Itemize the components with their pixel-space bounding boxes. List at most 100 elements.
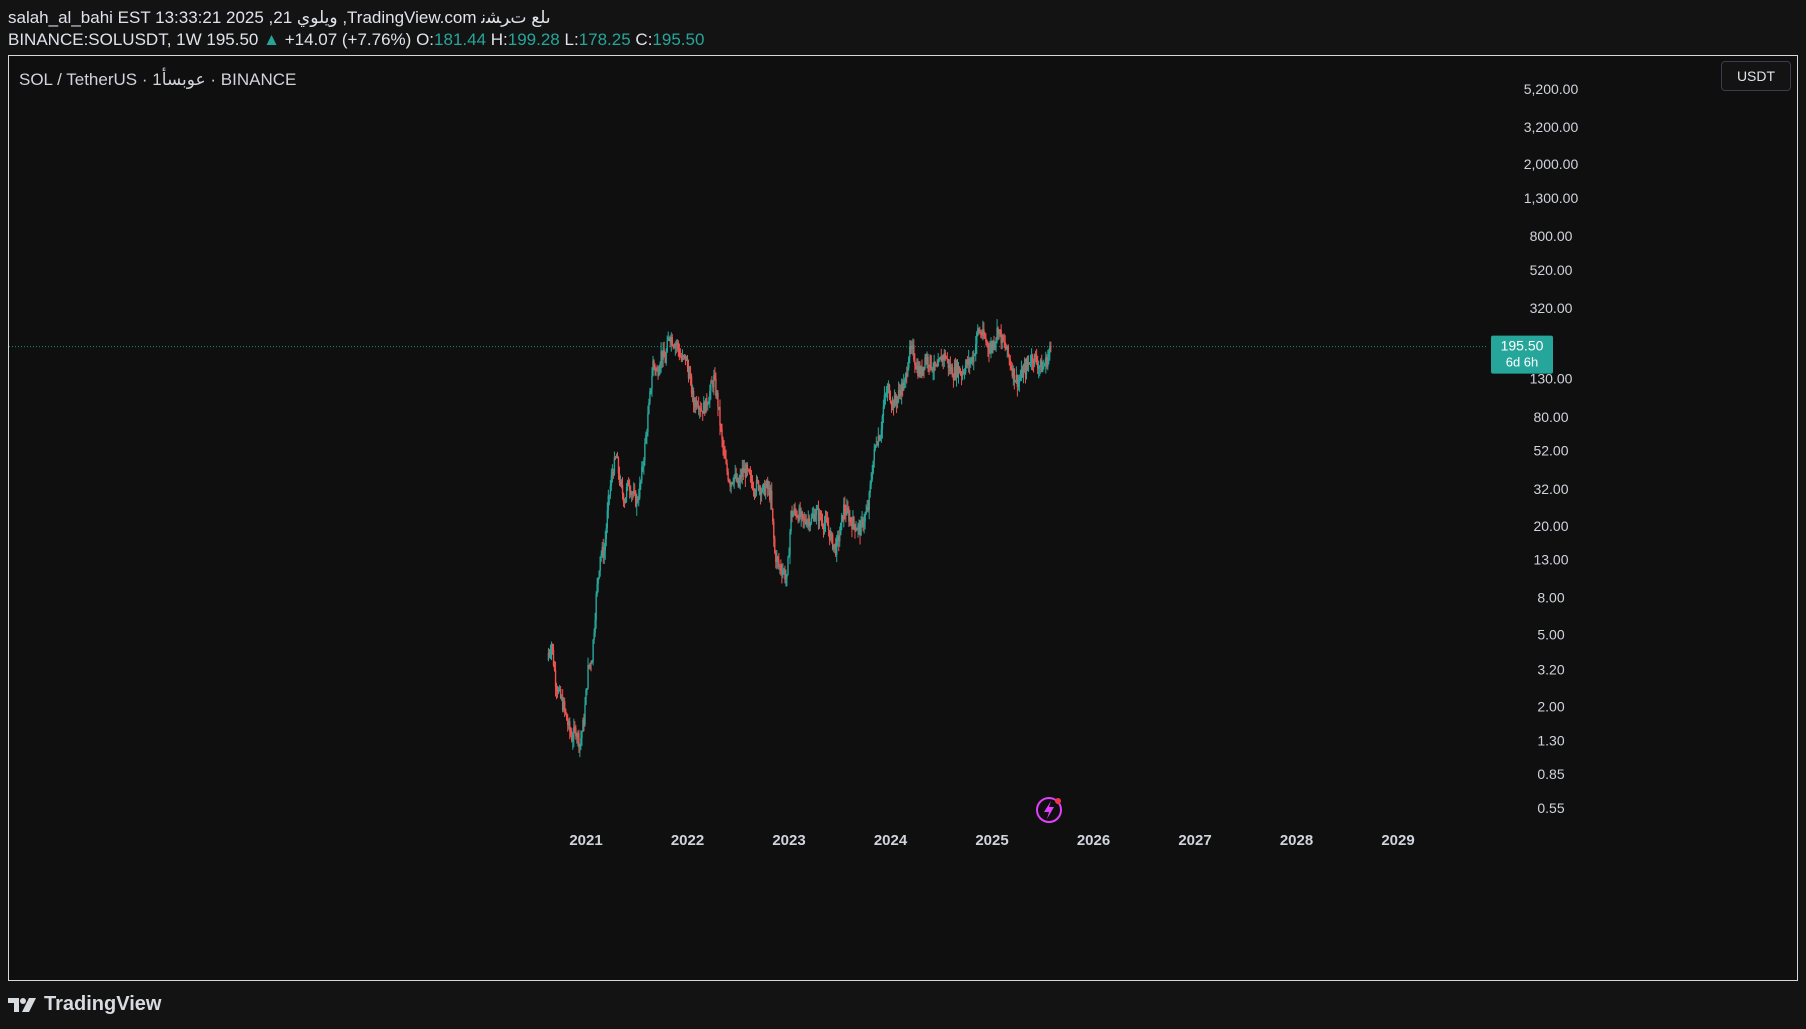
candle-body — [1034, 353, 1037, 356]
candle-body — [872, 460, 874, 473]
candle-body — [1004, 342, 1006, 348]
candle-body — [755, 479, 758, 492]
candle-body — [983, 329, 985, 337]
candle-body — [555, 686, 558, 690]
candle-body — [566, 713, 568, 721]
candle-body — [663, 349, 665, 358]
candle-body — [609, 485, 612, 496]
candle-body — [639, 482, 641, 497]
candle-body — [569, 721, 571, 731]
watermark-line: salah_al_bahi EST 13:33:21 2025 ,21 ويلو… — [8, 8, 551, 27]
candle-body — [733, 475, 735, 483]
x-tick-label: 2023 — [772, 832, 805, 849]
candle-body — [927, 356, 929, 366]
candle-body — [883, 394, 886, 407]
candle-body — [690, 376, 693, 394]
notification-dot — [1055, 798, 1061, 804]
candle-body — [995, 338, 997, 343]
candle-body — [904, 380, 906, 383]
candle-body — [886, 388, 889, 395]
candle-body — [594, 619, 596, 633]
candlestick-chart[interactable]: 5,200.00 3,200.00 2,000.00 1,300.00 800.00 52… — [9, 56, 1797, 980]
candle-body — [717, 393, 719, 407]
candle-body — [627, 480, 630, 486]
candle-body — [591, 661, 593, 664]
candle-body — [617, 458, 620, 474]
open-label: O: — [416, 30, 435, 49]
candle-body — [879, 437, 882, 441]
candle-body — [931, 368, 933, 371]
candle-body — [865, 511, 867, 514]
candle-body — [722, 439, 724, 448]
candle-body — [814, 514, 817, 521]
candle-body — [719, 406, 721, 426]
candle-body — [804, 518, 806, 523]
candle-body — [725, 458, 727, 464]
candle-body — [987, 342, 989, 349]
x-tick-label: 2027 — [1178, 832, 1211, 849]
candle-body — [774, 538, 776, 553]
candle-body — [1003, 341, 1005, 343]
candle-body — [896, 396, 899, 404]
chart-frame[interactable]: 5,200.00 3,200.00 2,000.00 1,300.00 800.00 52… — [8, 55, 1798, 981]
candle-body — [597, 577, 599, 584]
candle-body — [864, 513, 866, 522]
candle-body — [868, 492, 870, 510]
price-label-value: 195.50 — [1501, 338, 1544, 354]
high-value: 199.28 — [507, 30, 560, 49]
candle-body — [726, 463, 728, 472]
candle-body — [809, 523, 812, 527]
currency-unit-button[interactable]: USDT — [1721, 61, 1791, 91]
candle-body — [1010, 365, 1012, 369]
candle-body — [850, 517, 852, 523]
y-tick-label: 32.00 — [1533, 481, 1568, 497]
low-label: L: — [564, 30, 579, 49]
candle-body — [549, 652, 552, 654]
candle-body — [825, 517, 828, 521]
candle-body — [714, 375, 716, 379]
candle-body — [771, 490, 773, 509]
candle-body — [648, 402, 650, 414]
candle-body — [827, 525, 830, 531]
candle-body — [570, 730, 572, 735]
candle-body — [1039, 365, 1041, 368]
high-label: H: — [490, 30, 508, 49]
candle-body — [579, 744, 581, 748]
candle-body — [795, 510, 797, 517]
candle-body — [565, 709, 567, 714]
candle-body — [646, 432, 648, 436]
candle-body — [1008, 355, 1010, 360]
candle-body — [839, 535, 841, 542]
candle-body — [580, 738, 582, 745]
low-value: 178.25 — [578, 30, 631, 49]
up-arrow-icon: ▲ — [263, 30, 280, 49]
candle-body — [659, 364, 661, 371]
candle-body — [911, 345, 913, 349]
close-value: 195.50 — [652, 30, 705, 49]
candle-body — [994, 342, 996, 348]
candle-body — [751, 481, 754, 489]
candle-body — [620, 480, 623, 486]
candle-body — [708, 401, 710, 405]
candle-body — [750, 474, 753, 482]
brand-name: TradingView — [44, 993, 162, 1015]
x-tick-label: 2026 — [1077, 832, 1110, 849]
candle-body — [563, 701, 566, 710]
candle-body — [874, 445, 876, 449]
candle-body — [658, 370, 660, 376]
candle-body — [584, 704, 586, 725]
candle-body — [723, 447, 725, 452]
candle-body — [1019, 377, 1022, 380]
y-tick-label: 800.00 — [1530, 228, 1573, 244]
candle-body — [832, 544, 835, 550]
candle-body — [624, 497, 627, 503]
y-tick-label: 1.30 — [1537, 732, 1564, 748]
candle-body — [551, 644, 554, 651]
candle-body — [647, 413, 649, 433]
candle-body — [951, 367, 954, 378]
candle-body — [644, 442, 646, 461]
candle-body — [613, 457, 616, 475]
candle-body — [932, 370, 934, 372]
candle-body — [605, 527, 607, 540]
candle-body — [913, 345, 915, 360]
